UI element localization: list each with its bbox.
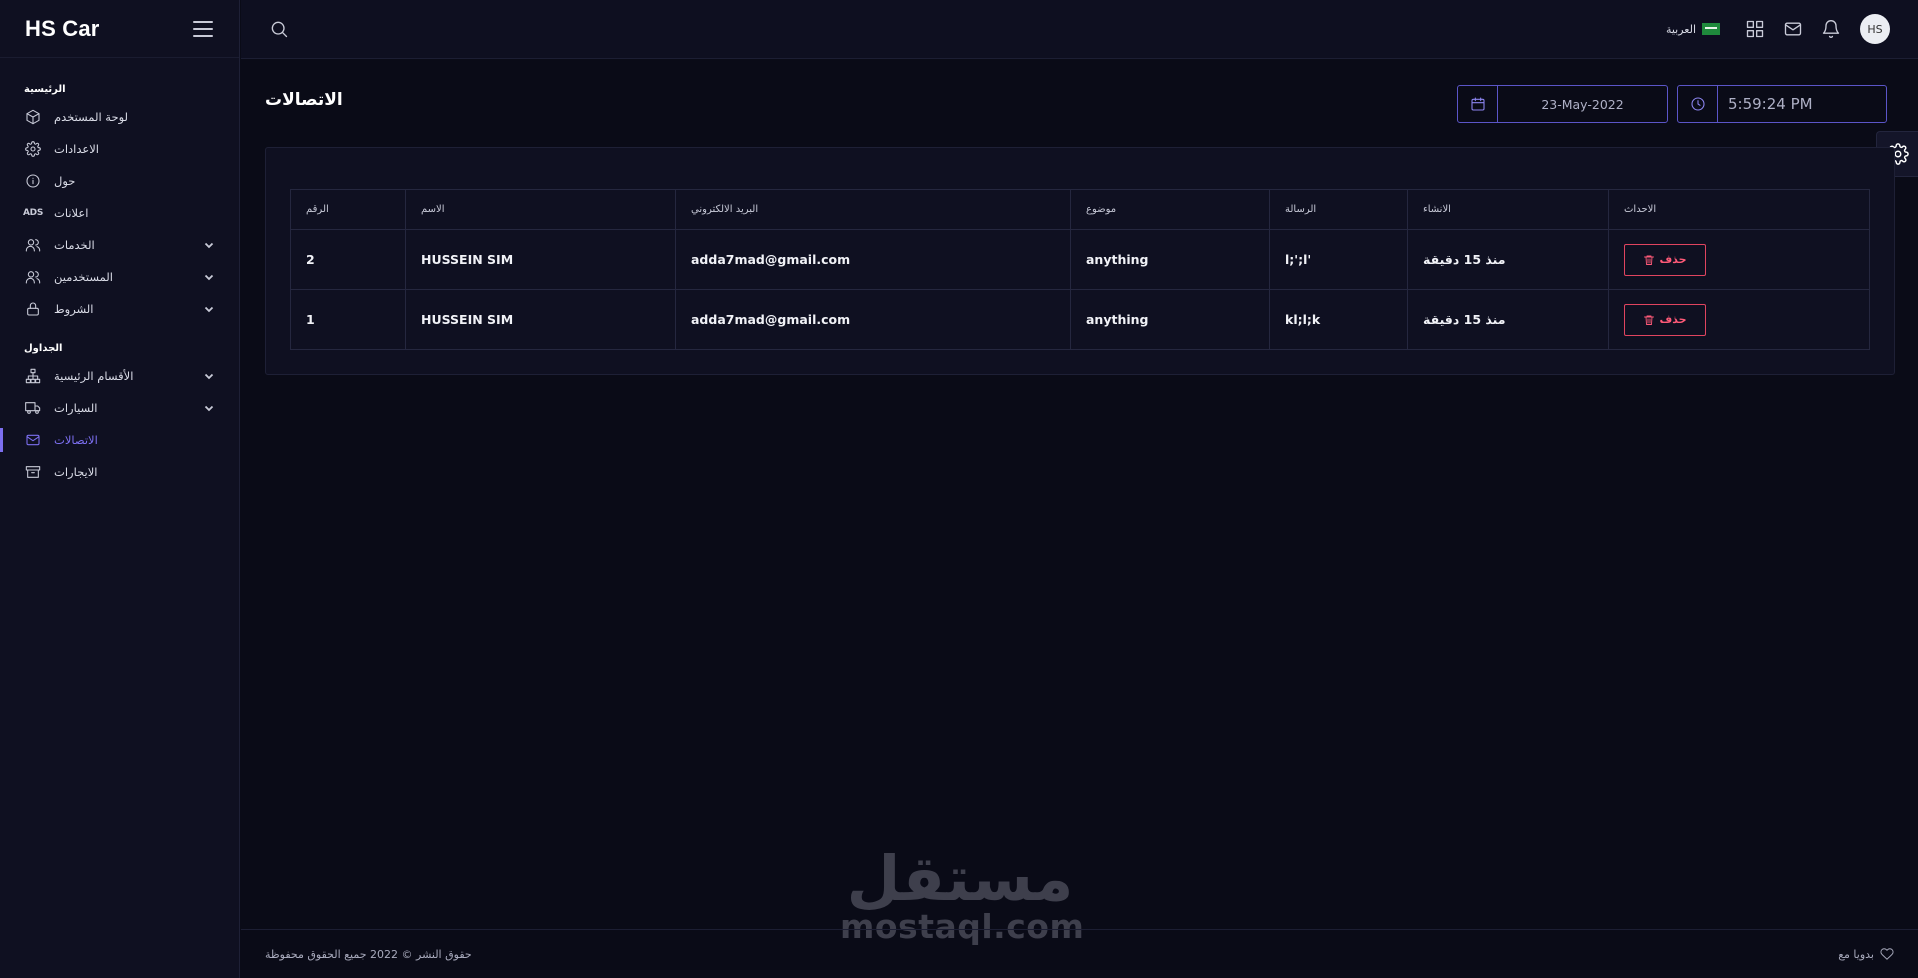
sidebar-item-label: الشروط — [54, 302, 94, 316]
search-icon[interactable] — [269, 19, 289, 39]
delete-button[interactable]: حذف — [1624, 303, 1706, 336]
footer: حقوق النشر © 2022 جميع الحقوق محفوظة بدو… — [241, 929, 1918, 978]
page-title: الاتصالات — [265, 90, 343, 110]
chevron-down-icon — [203, 239, 215, 251]
footer-made-with: بدويا مع — [1838, 947, 1894, 961]
sidebar-item-label: اعلانات — [54, 206, 89, 220]
mail-icon[interactable] — [1783, 19, 1803, 39]
cell-created: منذ 15 دقيقة — [1407, 289, 1609, 350]
table-row: 2 HUSSEIN SIM adda7mad@gmail.com anythin… — [290, 229, 1870, 290]
sitemap-icon — [24, 367, 42, 385]
chevron-down-icon — [203, 402, 215, 414]
sidebar-item-about[interactable]: حول — [0, 165, 239, 197]
chevron-down-icon — [203, 303, 215, 315]
gear-icon — [24, 140, 42, 158]
column-header-created[interactable]: الانشاء — [1407, 189, 1609, 230]
users-icon — [24, 268, 42, 286]
sidebar-item-ads[interactable]: ADS اعلانات — [0, 197, 239, 229]
sidebar-item-settings[interactable]: الاعدادات — [0, 133, 239, 165]
users-icon — [24, 236, 42, 254]
flag-icon — [1702, 23, 1720, 35]
column-header-subject[interactable]: موضوع — [1070, 189, 1270, 230]
sidebar-item-label: الاعدادات — [54, 142, 99, 156]
topbar-actions: العربية HS — [1666, 13, 1890, 44]
cell-email: adda7mad@gmail.com — [675, 229, 1071, 290]
avatar[interactable]: HS — [1860, 14, 1890, 44]
sidebar-item-users[interactable]: المستخدمين — [0, 261, 239, 293]
sidebar-item-label: الايجارات — [54, 465, 98, 479]
ads-icon: ADS — [22, 208, 44, 218]
sidebar-item-contacts[interactable]: الاتصالات — [0, 424, 239, 456]
footer-made-with-label: بدويا مع — [1838, 947, 1874, 961]
cell-subject: anything — [1070, 229, 1270, 290]
delete-button[interactable]: حذف — [1624, 243, 1706, 276]
calendar-icon — [1458, 86, 1498, 122]
cell-email: adda7mad@gmail.com — [675, 289, 1071, 350]
trash-icon — [1644, 255, 1655, 265]
watermark-arabic: مستقل — [846, 842, 1074, 915]
time-picker[interactable]: 5:59:24 PM — [1677, 85, 1887, 123]
contacts-table: الرقم الاسم البريد الالكتروني موضوع الرس… — [290, 189, 1870, 350]
delete-button-label: حذف — [1659, 313, 1687, 326]
sidebar-item-label: السيارات — [54, 401, 98, 415]
apps-grid-icon[interactable] — [1745, 19, 1765, 39]
column-header-actions[interactable]: الاحداث — [1608, 189, 1870, 230]
chevron-down-icon — [203, 271, 215, 283]
mail-icon — [24, 431, 42, 449]
sidebar-item-rentals[interactable]: الايجارات — [0, 456, 239, 488]
sidebar-item-main-categories[interactable]: الأقسام الرئيسية — [0, 360, 239, 392]
sidebar-item-label: الاتصالات — [54, 433, 98, 447]
cell-subject: anything — [1070, 289, 1270, 350]
info-icon — [24, 172, 42, 190]
table-row: 1 HUSSEIN SIM adda7mad@gmail.com anythin… — [290, 289, 1870, 350]
language-label: العربية — [1665, 22, 1696, 36]
contacts-card: الرقم الاسم البريد الالكتروني موضوع الرس… — [265, 147, 1895, 375]
menu-toggle-icon[interactable] — [193, 20, 213, 37]
sidebar-item-label: المستخدمين — [54, 270, 113, 284]
sidebar: HS Car الرئيسية لوحة المستخدم الاعدادات … — [0, 0, 240, 978]
bell-icon[interactable] — [1821, 13, 1841, 39]
column-header-number[interactable]: الرقم — [290, 189, 406, 230]
table-header-row: الرقم الاسم البريد الالكتروني موضوع الرس… — [290, 189, 1870, 230]
sidebar-item-label: حول — [54, 174, 76, 188]
cell-actions: حذف — [1608, 229, 1870, 290]
cell-created: منذ 15 دقيقة — [1407, 229, 1609, 290]
cell-message: kl;l;k — [1269, 289, 1408, 350]
language-switcher[interactable]: العربية — [1666, 23, 1720, 36]
column-header-email[interactable]: البريد الالكتروني — [675, 189, 1071, 230]
cube-icon — [24, 108, 42, 126]
delete-button-label: حذف — [1659, 253, 1687, 266]
sidebar-item-cars[interactable]: السيارات — [0, 392, 239, 424]
cell-actions: حذف — [1608, 289, 1870, 350]
time-value: 5:59:24 PM — [1728, 95, 1813, 113]
nav-section-tables: الجداول — [24, 343, 63, 354]
truck-icon — [24, 399, 42, 417]
sidebar-item-terms[interactable]: الشروط — [0, 293, 239, 325]
cell-name: HUSSEIN SIM — [405, 289, 676, 350]
date-value: 23-May-2022 — [1541, 96, 1624, 112]
cell-name: HUSSEIN SIM — [405, 229, 676, 290]
lock-icon — [24, 300, 42, 318]
heart-icon — [1880, 948, 1894, 960]
column-header-name[interactable]: الاسم — [405, 189, 676, 230]
sidebar-item-dashboard[interactable]: لوحة المستخدم — [0, 101, 239, 133]
topbar: العربية HS — [241, 0, 1918, 59]
archive-icon — [24, 463, 42, 481]
nav-section-main: الرئيسية — [24, 84, 66, 95]
chevron-down-icon — [203, 370, 215, 382]
cell-message: l;';l' — [1269, 229, 1408, 290]
trash-icon — [1644, 315, 1655, 325]
brand-title[interactable]: HS Car — [25, 16, 100, 42]
cell-number: 1 — [290, 289, 406, 350]
date-picker[interactable]: 23-May-2022 — [1457, 85, 1668, 123]
clock-icon — [1678, 86, 1718, 122]
column-header-message[interactable]: الرسالة — [1269, 189, 1408, 230]
sidebar-item-label: الأقسام الرئيسية — [54, 369, 134, 383]
sidebar-item-label: لوحة المستخدم — [54, 110, 129, 124]
sidebar-item-services[interactable]: الخدمات — [0, 229, 239, 261]
brand-bar: HS Car — [0, 0, 239, 58]
cell-number: 2 — [290, 229, 406, 290]
sidebar-item-label: الخدمات — [54, 238, 95, 252]
footer-copyright: حقوق النشر © 2022 جميع الحقوق محفوظة — [265, 947, 472, 961]
